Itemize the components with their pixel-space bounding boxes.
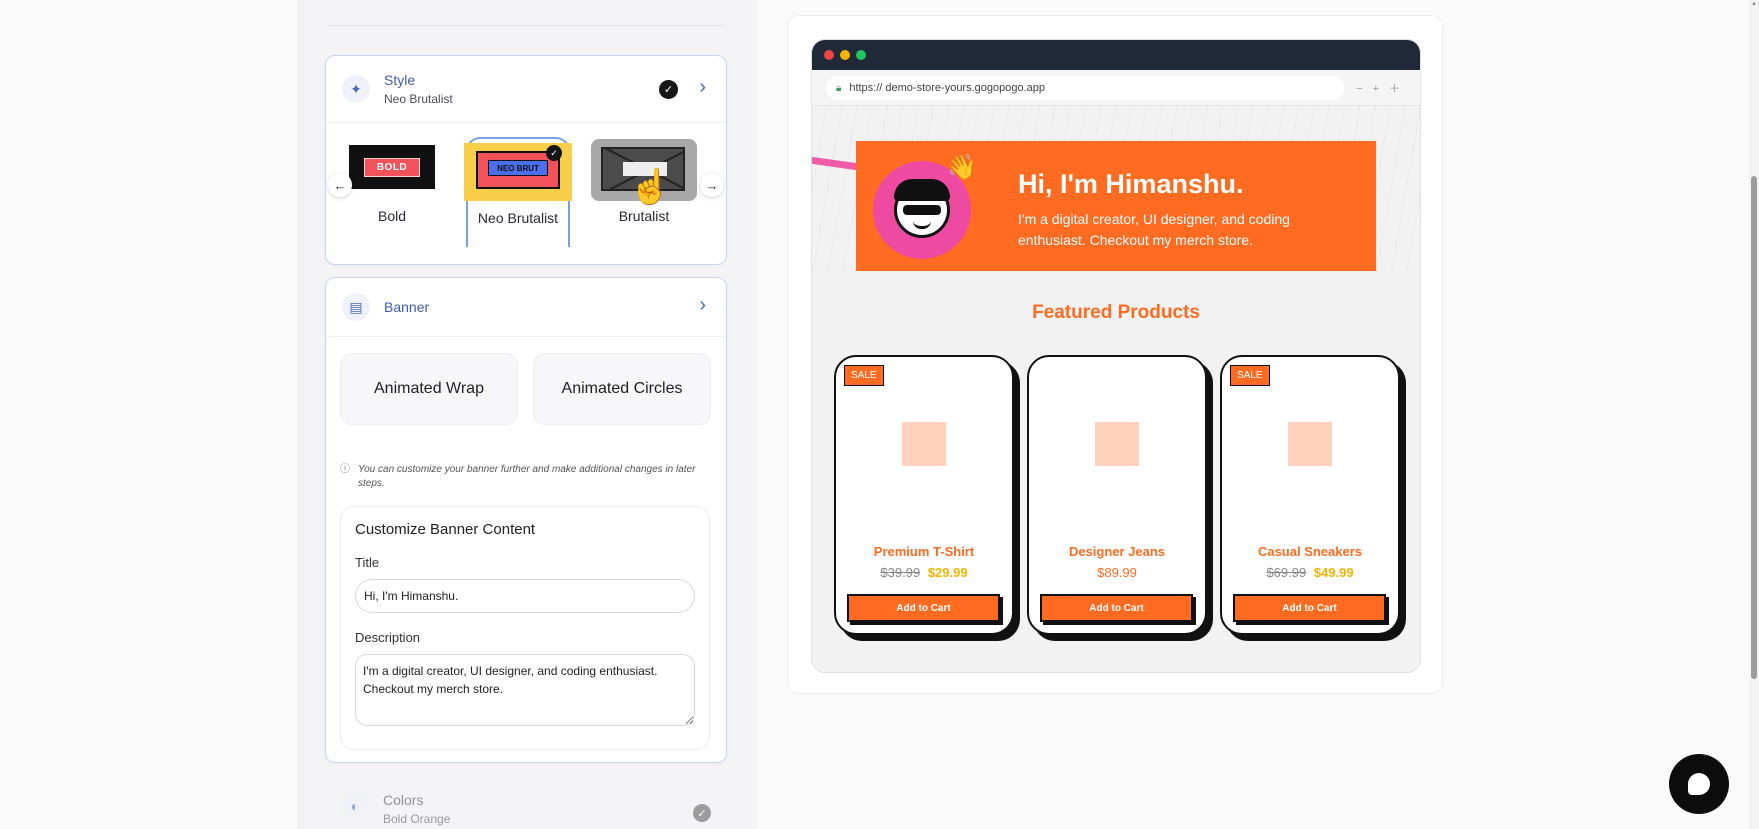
add-to-cart-button[interactable]: Add to Cart [1233,594,1386,622]
style-carousel: ← BOLD Bold NEO BRUT ✓ Neo Brutalist Bru… [326,122,726,247]
style-option-bold[interactable]: BOLD Bold [340,137,444,247]
colors-section[interactable]: ◐ Colors Bold Orange ✓ [341,792,711,829]
title-label: Title [355,555,380,570]
product-prices: $39.99 $29.99 [836,565,1012,580]
hand-cursor-icon: ☝ [629,168,672,206]
bold-thumb-text: BOLD [363,157,421,177]
minimize-dot-icon [840,50,850,60]
featured-heading: Featured Products [1032,302,1200,323]
title-input[interactable] [355,579,695,613]
banner-header[interactable]: ▤ Banner › [326,278,726,336]
customize-banner-panel: Customize Banner Content Title Descripti… [340,506,710,750]
browser-titlebar [812,40,1420,70]
banner-note: ⓘ You can customize your banner further … [340,463,710,491]
settings-column: ✦ Style Neo Brutalist ✓ › ← BOLD Bold NE… [297,0,757,829]
lock-icon: 🔒︎ [836,82,842,94]
carousel-next-button[interactable]: → [700,173,724,197]
colors-subtitle: Bold Orange [383,812,451,826]
info-icon: ⓘ [340,464,350,475]
carousel-prev-button[interactable]: ← [328,173,352,197]
palette-icon: ◐ [341,792,369,820]
hero-description: I'm a digital creator, UI designer, and … [1018,211,1290,248]
product-image-placeholder [1288,422,1332,466]
description-label: Description [355,630,421,645]
hero-banner: 👋 Hi, I'm Himanshu. I'm a digital creato… [856,141,1376,271]
neo-thumb-text: NEO BRUT [488,160,548,176]
sale-price: $29.99 [927,565,968,580]
scroll-up-icon[interactable]: ▲ [1751,1,1757,7]
sale-badge: SALE [844,365,884,386]
style-option-label: Brutalist [618,208,670,224]
url-text: https:// demo-store-yours.gogopogo.app [849,82,1046,94]
style-title: Style [384,72,416,88]
product-name: Premium T-Shirt [873,544,975,559]
layout-icon: ▤ [342,293,370,321]
description-textarea[interactable]: I'm a digital creator, UI designer, and … [355,654,695,726]
store-page: 👋 Hi, I'm Himanshu. I'm a digital creato… [812,106,1420,672]
old-price: $69.99 [1266,565,1307,580]
url-field[interactable]: 🔒︎ https:// demo-store-yours.gogopogo.ap… [826,76,1344,100]
chat-launcher-button[interactable] [1669,754,1729,814]
style-option-neo-brutalist[interactable]: NEO BRUT ✓ Neo Brutalist [464,137,572,247]
product-prices: $89.99 [1029,565,1205,580]
maximize-dot-icon [856,50,866,60]
check-icon: ✓ [693,804,711,822]
close-dot-icon [824,50,834,60]
product-name: Casual Sneakers [1257,544,1363,559]
sale-badge: SALE [1230,365,1270,386]
banner-note-text: You can customize your banner further an… [358,464,696,489]
add-to-cart-button[interactable]: Add to Cart [1040,594,1193,622]
banner-option-animated-circles[interactable]: Animated Circles [533,353,711,425]
check-icon: ✓ [659,80,678,99]
style-card: ✦ Style Neo Brutalist ✓ › ← BOLD Bold NE… [325,55,727,265]
price: $89.99 [1097,565,1137,580]
wave-hand-icon: 👋 [947,154,977,181]
avatar-face-icon [894,179,950,238]
banner-options: Animated Wrap Animated Circles [326,336,726,446]
sparkle-icon: ✦ [342,75,370,103]
chevron-right-icon[interactable]: › [699,294,706,317]
product-card[interactable]: SALE Premium T-Shirt $39.99 $29.99 Add t… [834,355,1014,635]
product-image-placeholder [1095,422,1139,466]
colors-title: Colors [383,792,424,808]
add-to-cart-button[interactable]: Add to Cart [847,594,1000,622]
divider [327,25,725,26]
window-controls: −+＋ [1356,83,1410,95]
scrollbar-thumb[interactable] [1751,176,1757,679]
page-scrollbar[interactable]: ▲ [1749,0,1759,829]
sale-price: $49.99 [1313,565,1354,580]
style-subtitle: Neo Brutalist [384,92,453,106]
style-option-label: Neo Brutalist [477,210,559,226]
banner-card: ▤ Banner › Animated Wrap Animated Circle… [325,277,727,763]
hero-title: Hi, I'm Himanshu. [1018,169,1244,199]
selected-check-icon: ✓ [546,145,562,161]
url-bar: 🔒︎ https:// demo-store-yours.gogopogo.ap… [812,70,1420,106]
style-option-label: Bold [377,208,407,224]
product-name: Designer Jeans [1068,544,1166,559]
preview-panel: 🔒︎ https:// demo-store-yours.gogopogo.ap… [787,15,1443,694]
customize-heading: Customize Banner Content [355,521,536,538]
chevron-right-icon[interactable]: › [699,76,706,99]
style-header[interactable]: ✦ Style Neo Brutalist ✓ › [326,56,726,122]
product-card[interactable]: Designer Jeans $89.99 Add to Cart [1027,355,1207,635]
chat-bubble-icon [1688,773,1710,795]
product-prices: $69.99 $49.99 [1222,565,1398,580]
banner-title: Banner [384,299,430,315]
bold-thumbnail: BOLD [349,145,435,189]
banner-option-animated-wrap[interactable]: Animated Wrap [340,353,518,425]
product-card[interactable]: SALE Casual Sneakers $69.99 $49.99 Add t… [1220,355,1400,635]
old-price: $39.99 [880,565,921,580]
browser-mockup: 🔒︎ https:// demo-store-yours.gogopogo.ap… [811,39,1421,673]
product-image-placeholder [902,422,946,466]
